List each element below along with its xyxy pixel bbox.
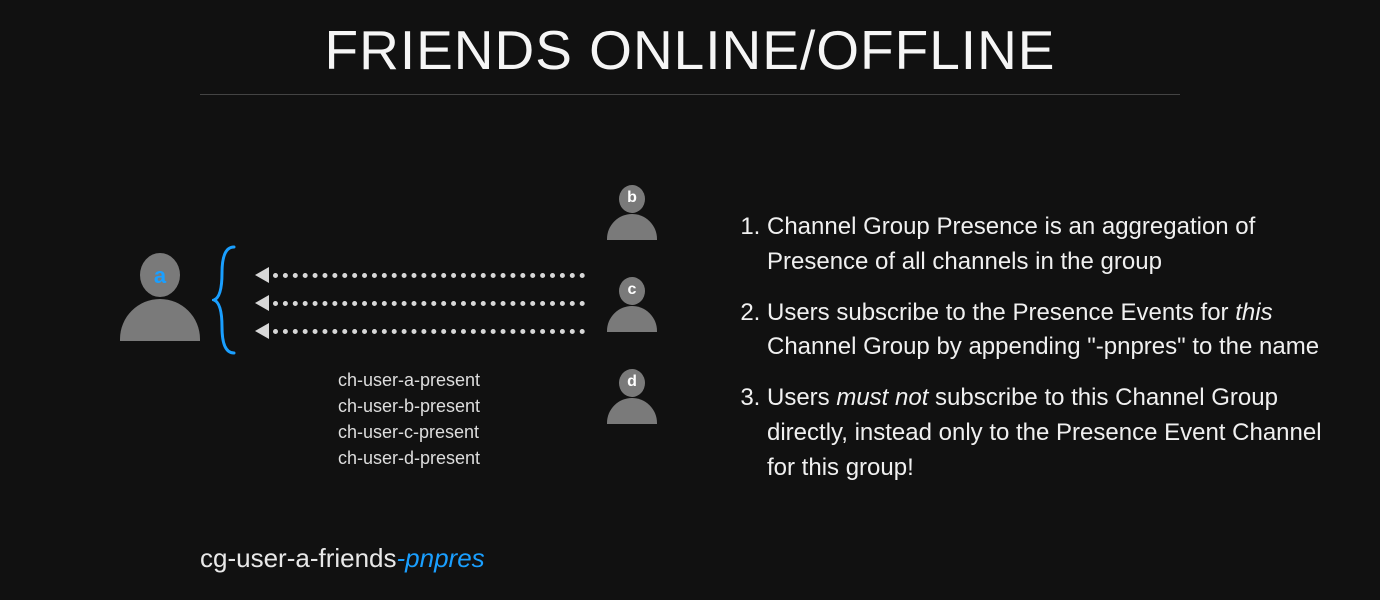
user-d-icon: d bbox=[604, 369, 660, 424]
curly-brace-icon bbox=[212, 245, 242, 355]
channel-item: ch-user-b-present bbox=[338, 393, 480, 419]
cg-prefix: cg-user-a-friends bbox=[200, 543, 397, 573]
user-a-label: a bbox=[110, 263, 210, 289]
person-icon bbox=[607, 306, 657, 332]
dotted-line-icon bbox=[273, 301, 585, 306]
note-3-text: Users bbox=[767, 384, 836, 411]
user-c-label: c bbox=[604, 281, 660, 299]
arrow-left-icon bbox=[255, 323, 269, 339]
person-icon bbox=[607, 398, 657, 424]
diagram-area: a b c d bbox=[80, 175, 670, 555]
channel-item: ch-user-d-present bbox=[338, 445, 480, 471]
note-3-em: must not bbox=[836, 384, 928, 411]
person-icon bbox=[607, 214, 657, 240]
channel-list: ch-user-a-present ch-user-b-present ch-u… bbox=[338, 367, 480, 471]
arrow-left-icon bbox=[255, 267, 269, 283]
person-icon bbox=[120, 299, 200, 341]
channel-item: ch-user-c-present bbox=[338, 419, 480, 445]
dotted-line-icon bbox=[273, 273, 585, 278]
note-2: Users subscribe to the Presence Events f… bbox=[767, 296, 1335, 366]
channel-group-label: cg-user-a-friends-pnpres bbox=[200, 543, 485, 574]
note-2-text: Channel Group by appending "-pnpres" to … bbox=[767, 333, 1319, 360]
note-3: Users must not subscribe to this Channel… bbox=[767, 381, 1335, 485]
user-b-icon: b bbox=[604, 185, 660, 240]
slide: FRIENDS ONLINE/OFFLINE a b bbox=[0, 0, 1380, 600]
user-d-label: d bbox=[604, 373, 660, 391]
dotted-line-icon bbox=[273, 329, 585, 334]
arrow-left-icon bbox=[255, 295, 269, 311]
user-b-label: b bbox=[604, 189, 660, 207]
title-rule bbox=[200, 94, 1180, 95]
slide-title: FRIENDS ONLINE/OFFLINE bbox=[0, 18, 1380, 82]
notes-list: Channel Group Presence is an aggregation… bbox=[725, 210, 1335, 502]
user-a-icon: a bbox=[110, 253, 210, 341]
user-c-icon: c bbox=[604, 277, 660, 332]
cg-suffix: -pnpres bbox=[397, 543, 485, 573]
channel-item: ch-user-a-present bbox=[338, 367, 480, 393]
note-2-em: this bbox=[1235, 299, 1272, 326]
note-1: Channel Group Presence is an aggregation… bbox=[767, 210, 1335, 280]
note-2-text: Users subscribe to the Presence Events f… bbox=[767, 299, 1235, 326]
arrows-group bbox=[255, 265, 585, 339]
